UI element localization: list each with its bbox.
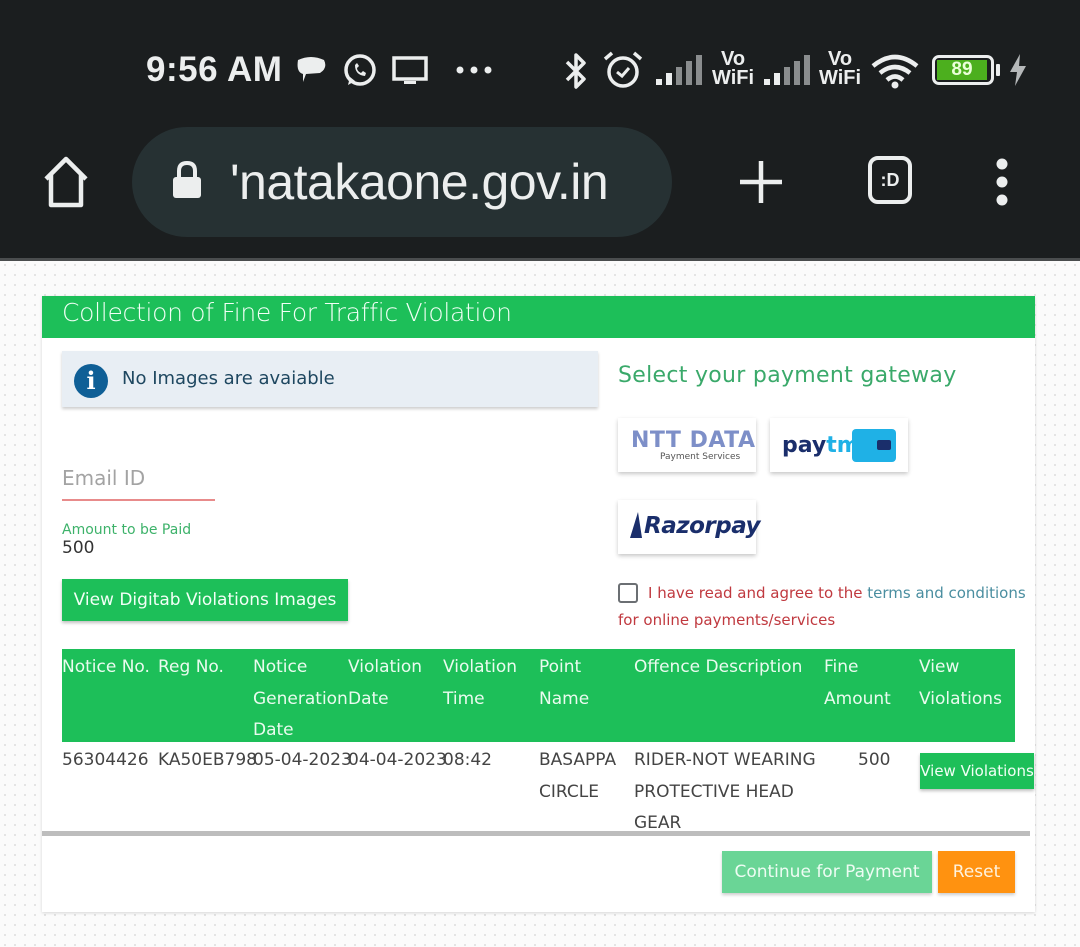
reset-button[interactable]: Reset <box>938 851 1015 893</box>
cast-screen-icon <box>392 56 428 84</box>
view-violations-button[interactable]: View Violations <box>920 753 1034 789</box>
razorpay-mark-icon <box>630 512 642 538</box>
cell-reg-no: KA50EB798 <box>158 750 257 770</box>
header-point-name: Point Name <box>539 657 590 709</box>
toolbar-divider <box>0 258 1080 261</box>
cell-violation-time: 08:42 <box>443 750 492 770</box>
vowifi-icon: Vo WiFi <box>712 48 755 89</box>
terms-text: I have read and agree to the terms and c… <box>648 584 1026 602</box>
alarm-icon <box>603 51 643 88</box>
table-horizontal-scrollbar[interactable] <box>42 831 1030 836</box>
alert-message: No Images are avaiable <box>122 368 335 389</box>
cell-offence-description: RIDER-NOT WEARING PROTECTIVE HEAD GEAR <box>634 750 816 833</box>
terms-checkbox[interactable] <box>618 583 638 603</box>
email-input-underline <box>62 499 215 501</box>
url-text[interactable]: 'natakaone.gov.in <box>230 153 609 211</box>
gateway-razorpay[interactable]: Razorpay <box>618 500 761 554</box>
battery-tip <box>996 64 1000 76</box>
paytm-logo: paytm <box>782 433 860 458</box>
razorpay-logo: Razorpay <box>644 513 761 539</box>
ntt-data-subtitle: Payment Services <box>660 452 741 462</box>
header-reg-no: Reg No. <box>158 657 224 677</box>
tab-switcher-icon[interactable]: :D <box>868 156 912 204</box>
status-bar: 9:56 AM Vo WiFi Vo WiFi 89 <box>0 0 1080 120</box>
lock-icon <box>173 160 201 198</box>
page-title: Collection of Fine For Traffic Violation <box>62 298 512 327</box>
gateway-title: Select your payment gateway <box>618 363 957 388</box>
wallet-icon <box>852 429 896 462</box>
bluetooth-icon <box>565 53 586 89</box>
cell-point-name: BASAPPA CIRCLE <box>539 750 617 802</box>
charging-icon <box>1010 54 1026 86</box>
terms-text-suffix: for online payments/services <box>618 611 836 629</box>
header-violation-date: Violation Date <box>348 657 423 709</box>
cell-fine-amount: 500 <box>858 750 891 770</box>
new-tab-plus-icon[interactable] <box>737 158 785 206</box>
cell-violation-date: 04-04-2023 <box>348 750 447 770</box>
terms-link[interactable]: terms and conditions <box>867 584 1025 602</box>
header-notice-no: Notice No. <box>62 657 150 677</box>
header-notice-generation-date: Notice Generation Date <box>253 657 348 740</box>
more-dots-icon <box>456 66 492 74</box>
cell-notice-no: 56304426 <box>62 750 149 770</box>
header-fine-amount: Fine Amount <box>824 657 891 709</box>
signal-icon <box>764 55 810 85</box>
battery-icon: 89 <box>932 55 994 85</box>
info-icon: i <box>74 364 108 398</box>
gateway-paytm[interactable]: paytm <box>770 418 908 472</box>
email-input[interactable]: Email ID <box>62 466 145 490</box>
signal-icon <box>656 55 702 85</box>
amount-label: Amount to be Paid <box>62 522 192 538</box>
header-offence-description: Offence Description <box>634 657 803 677</box>
wifi-icon <box>871 54 919 89</box>
header-view-violations: View Violations <box>919 657 1002 709</box>
ntt-data-logo: NTT DATA <box>631 428 756 453</box>
chat-bubble-icon <box>297 57 326 82</box>
cell-notice-generation-date: 05-04-2023 <box>253 750 352 770</box>
status-time: 9:56 AM <box>146 50 283 89</box>
continue-for-payment-button[interactable]: Continue for Payment <box>722 851 932 893</box>
gateway-ntt-data[interactable]: NTT DATA Payment Services <box>618 418 756 472</box>
header-violation-time: Violation Time <box>443 657 518 709</box>
amount-value: 500 <box>62 538 95 558</box>
home-icon[interactable] <box>40 155 92 209</box>
view-digitab-images-button[interactable]: View Digitab Violations Images <box>62 579 348 621</box>
whatsapp-icon <box>344 54 376 86</box>
vowifi-icon: Vo WiFi <box>819 48 862 89</box>
overflow-menu-icon[interactable] <box>992 157 1012 207</box>
battery-level: 89 <box>937 60 987 80</box>
